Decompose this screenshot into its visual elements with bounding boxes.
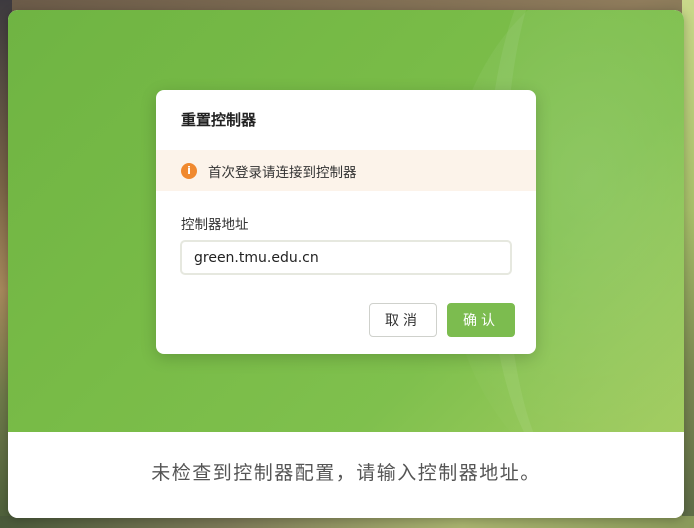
controller-address-label: 控制器地址 [181, 217, 249, 233]
footer-message: 未检查到控制器配置，请输入控制器地址。 [151, 461, 541, 484]
cancel-button[interactable]: 取消 [369, 303, 437, 337]
app-window: 重置控制器 i 首次登录请连接到控制器 控制器地址 取消 确认 未检查到控制器配… [8, 10, 684, 518]
confirm-button[interactable]: 确认 [447, 303, 515, 337]
controller-address-input[interactable] [180, 240, 512, 275]
alert-banner: i 首次登录请连接到控制器 [156, 150, 536, 191]
info-icon: i [181, 162, 197, 179]
dialog-title: 重置控制器 [181, 111, 257, 129]
hero-banner: 重置控制器 i 首次登录请连接到控制器 控制器地址 取消 确认 [8, 10, 684, 432]
alert-text: 首次登录请连接到控制器 [208, 164, 357, 181]
reset-controller-dialog: 重置控制器 i 首次登录请连接到控制器 控制器地址 取消 确认 [156, 90, 536, 354]
footer-bar: 未检查到控制器配置，请输入控制器地址。 [8, 432, 684, 518]
